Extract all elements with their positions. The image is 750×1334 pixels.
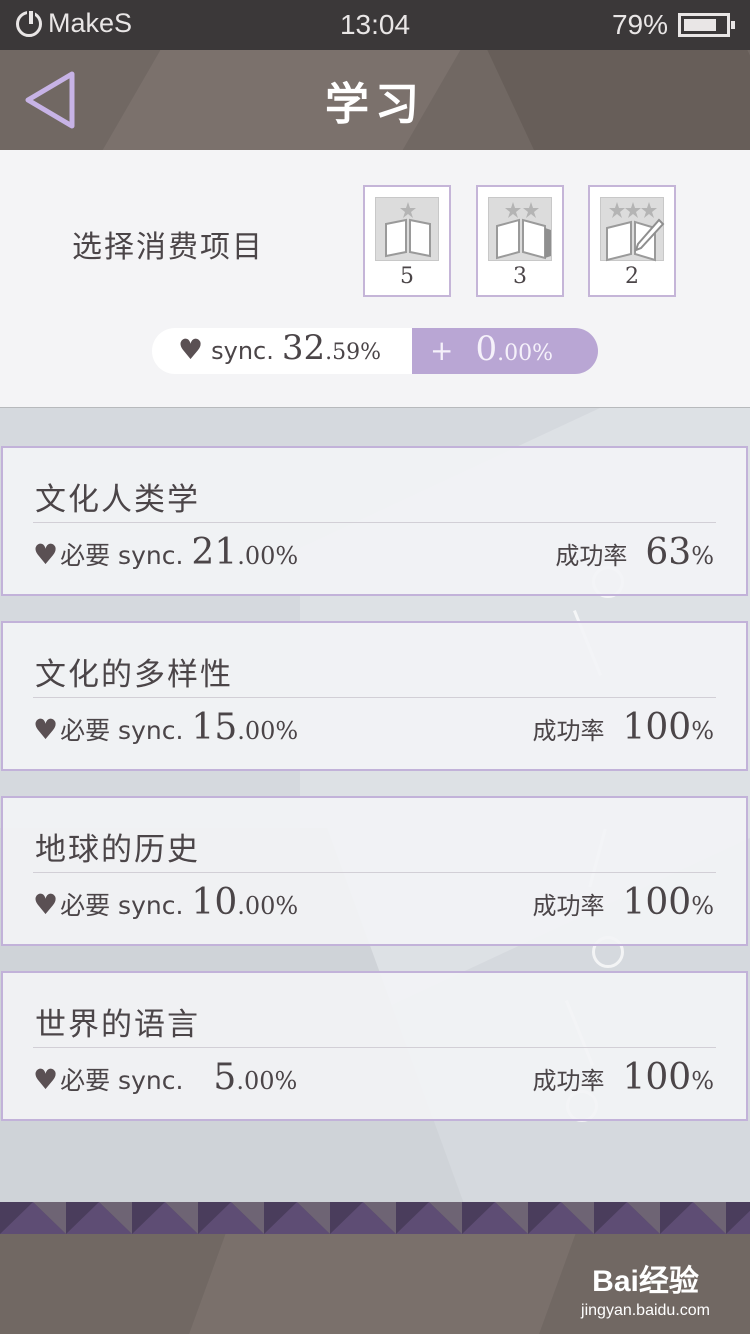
plus-sign: + [430, 334, 454, 367]
consumable-item-3star[interactable]: 2 [588, 185, 676, 297]
status-bar: MakeS 13:04 79% [0, 0, 750, 50]
required-sync-label: 必要 sync. [60, 1066, 184, 1095]
required-sync-int: 15 [191, 707, 238, 748]
current-sync: ♥ sync. 32.59% [152, 328, 412, 374]
heart-icon: ♥ [33, 713, 59, 746]
success-rate: 成功率 100% [532, 707, 714, 748]
required-sync-label: 必要 sync. [60, 891, 184, 920]
required-sync-dec: .00% [237, 542, 299, 570]
footer-facet [174, 1234, 576, 1334]
bonus-value-dec: .00% [497, 341, 554, 366]
divider [33, 1047, 716, 1048]
required-sync-dec: .00% [237, 892, 299, 920]
footer: Bai经验 jingyan.baidu.com [0, 1234, 750, 1334]
item-count: 5 [400, 264, 414, 289]
header: 学习 [0, 50, 750, 150]
course-title: 地球的历史 [35, 832, 200, 868]
success-rate-unit: % [691, 717, 714, 745]
consumable-panel: 选择消费项目 5 3 2 ♥ sync. 32 .59% + 0 .00% [0, 150, 750, 409]
required-sync: ♥ 必要 sync. 10.00% [33, 882, 298, 923]
required-sync-int: 5 [213, 1057, 237, 1098]
status-right: 79% [611, 9, 735, 41]
success-rate-int: 100 [622, 1057, 692, 1098]
course-title: 文化的多样性 [35, 657, 233, 693]
success-rate-unit: % [691, 542, 714, 570]
battery-icon [678, 13, 735, 37]
success-rate-label: 成功率 [532, 1067, 605, 1095]
sync-indicator: ♥ sync. 32.59% + 0.00% [152, 328, 598, 374]
required-sync-int: 21 [191, 532, 238, 573]
required-sync-dec: .00% [236, 1067, 298, 1095]
success-rate-label: 成功率 [555, 542, 628, 570]
battery-fill [684, 19, 716, 31]
course-card[interactable]: 文化的多样性 ♥ 必要 sync. 15.00% 成功率 100% [1, 621, 748, 771]
open-book-icon [375, 197, 439, 261]
course-card[interactable]: 地球的历史 ♥ 必要 sync. 10.00% 成功率 100% [1, 796, 748, 946]
book-pen-icon [600, 197, 665, 262]
success-rate: 成功率 100% [532, 882, 714, 923]
required-sync-label: 必要 sync. [60, 716, 184, 745]
required-sync-dec: .00% [237, 717, 299, 745]
open-book-icon [488, 197, 552, 261]
success-rate-label: 成功率 [532, 892, 605, 920]
success-rate-int: 100 [622, 882, 692, 923]
baidu-watermark: Bai经验 jingyan.baidu.com [581, 1256, 710, 1320]
course-title: 文化人类学 [35, 482, 200, 518]
sync-label: sync. [211, 337, 274, 365]
divider [33, 872, 716, 873]
heart-icon: ♥ [33, 1063, 59, 1096]
required-sync-label: 必要 sync. [60, 541, 184, 570]
course-card[interactable]: 文化人类学 ♥ 必要 sync. 21.00% 成功率 63% [1, 446, 748, 596]
strip-triangle [726, 1210, 750, 1234]
course-list[interactable]: 文化人类学 ♥ 必要 sync. 21.00% 成功率 63% 文化的多样性 ♥… [0, 408, 750, 1203]
decorative-strip [0, 1202, 750, 1234]
required-sync: ♥ 必要 sync. 21.00% [33, 532, 298, 573]
required-sync-int: 10 [191, 882, 238, 923]
course-title: 世界的语言 [35, 1007, 200, 1043]
success-rate: 成功率 100% [532, 1057, 714, 1098]
bonus-sync: + 0.00% [412, 328, 598, 374]
heart-icon: ♥ [178, 333, 204, 366]
bonus-value-int: 0 [475, 329, 498, 369]
heart-icon: ♥ [33, 538, 59, 571]
heart-icon: ♥ [33, 888, 59, 921]
success-rate-int: 63 [645, 532, 692, 573]
divider [33, 697, 716, 698]
success-rate: 成功率 63% [555, 532, 714, 573]
success-rate-label: 成功率 [532, 717, 605, 745]
success-rate-unit: % [691, 1067, 714, 1095]
success-rate-unit: % [691, 892, 714, 920]
required-sync: ♥ 必要 sync. 15.00% [33, 707, 298, 748]
sync-value-int: 32 [281, 328, 326, 368]
watermark-main: Bai经验 [592, 1265, 699, 1298]
battery-percent: 79% [611, 9, 668, 40]
divider [33, 522, 716, 523]
consumable-label: 选择消费项目 [72, 230, 264, 265]
consumable-item-2star[interactable]: 3 [476, 185, 564, 297]
required-sync: ♥ 必要 sync. 5.00% [33, 1057, 297, 1098]
item-count: 3 [513, 264, 527, 289]
sync-value-dec: .59% [325, 340, 382, 365]
success-rate-int: 100 [622, 707, 692, 748]
consumable-item-1star[interactable]: 5 [363, 185, 451, 297]
course-card[interactable]: 世界的语言 ♥ 必要 sync. 5.00% 成功率 100% [1, 971, 748, 1121]
item-count: 2 [625, 264, 639, 289]
page-title: 学习 [325, 79, 425, 130]
watermark-sub: jingyan.baidu.com [581, 1302, 710, 1319]
